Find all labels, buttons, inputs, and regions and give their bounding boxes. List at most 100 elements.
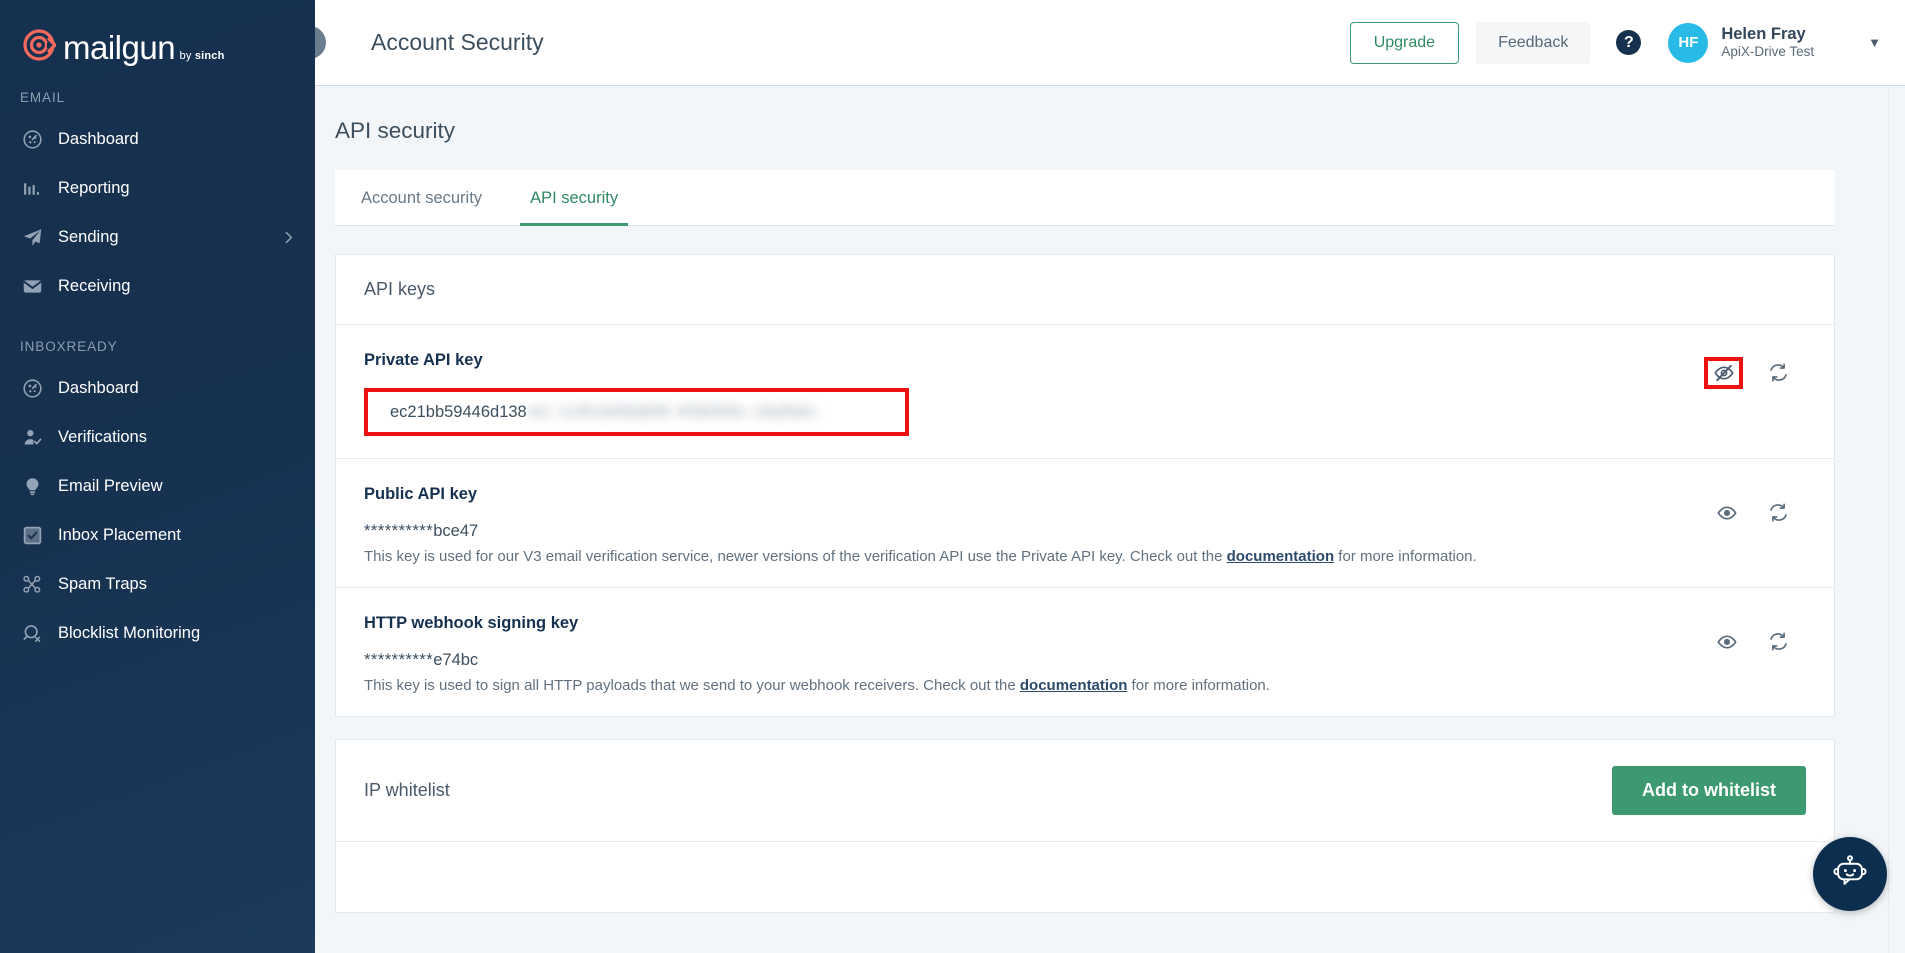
- public-api-key-actions: [1715, 501, 1790, 525]
- mailgun-logo-icon: [22, 28, 58, 62]
- private-api-key-field-wrapper: ec21bb59446d138 m1 1cf61b68dbf8 4f3bf58c …: [364, 388, 909, 436]
- sidebar-item-sending[interactable]: Sending: [0, 213, 315, 262]
- chevron-right-icon: [280, 229, 297, 246]
- tab-bar: Account security API security: [335, 170, 1835, 226]
- ip-whitelist-header: IP whitelist Add to whitelist: [336, 740, 1834, 842]
- sidebar-section-label-inboxready: INBOXREADY: [20, 339, 118, 354]
- sidebar-item-label: Email Preview: [58, 477, 163, 495]
- paper-plane-icon: [20, 226, 44, 250]
- public-api-key-visible-text: bce47: [433, 522, 479, 540]
- public-api-key-description: This key is used for our V3 email verifi…: [364, 548, 1806, 565]
- eye-slash-icon[interactable]: [1704, 356, 1743, 389]
- sidebar-item-label: Blocklist Monitoring: [58, 624, 201, 642]
- page-title: API security: [335, 118, 456, 143]
- private-api-key-blurred-text: m1 1cf61b68dbf8 4f3bf58c c9afb8c: [527, 402, 818, 421]
- logo-byline: by sinch: [179, 50, 225, 62]
- private-api-key-visible-text: ec21bb59446d138: [390, 402, 527, 421]
- sidebar-item-spam-traps[interactable]: Spam Traps: [0, 560, 315, 609]
- help-icon[interactable]: ?: [1616, 30, 1642, 55]
- feedback-button[interactable]: Feedback: [1476, 21, 1591, 64]
- api-keys-card: API keys Private API key ec21bb59446d138…: [335, 254, 1835, 717]
- upgrade-button[interactable]: Upgrade: [1349, 21, 1460, 64]
- refresh-icon[interactable]: [1766, 361, 1790, 385]
- webhook-signing-key-description: This key is used to sign all HTTP payloa…: [364, 677, 1806, 694]
- checkbox-icon: [20, 524, 44, 548]
- logo-wordmark: mailgun: [63, 29, 176, 66]
- sidebar-item-receiving[interactable]: Receiving: [0, 262, 315, 311]
- webhook-signing-key-documentation-link[interactable]: documentation: [1020, 677, 1128, 694]
- main-region: ‹ Account Security Upgrade Feedback ? HF…: [315, 0, 1905, 953]
- public-api-key-row: Public API key ********** bce47 This key …: [336, 459, 1834, 588]
- sidebar-item-label: Inbox Placement: [58, 526, 181, 544]
- brand-logo[interactable]: mailgun by sinch: [0, 0, 315, 64]
- eye-icon[interactable]: [1715, 630, 1739, 654]
- sidebar-item-label: Dashboard: [58, 379, 139, 397]
- chatbot-icon: [1828, 850, 1872, 899]
- sidebar-item-label: Sending: [58, 228, 119, 246]
- private-api-key-label: Private API key: [364, 351, 483, 369]
- sidebar: mailgun by sinch EMAIL Dashboard Reporti…: [0, 0, 315, 953]
- avatar[interactable]: HF: [1668, 22, 1709, 63]
- search-x-icon: [20, 622, 44, 646]
- sidebar-section-label-email: EMAIL: [20, 90, 66, 105]
- content-area: API security Account security API securi…: [315, 86, 1905, 953]
- ip-whitelist-body: [336, 842, 1834, 912]
- vertical-scrollbar[interactable]: [1888, 86, 1905, 953]
- sidebar-item-label: Spam Traps: [58, 575, 147, 593]
- add-to-whitelist-button[interactable]: Add to whitelist: [1612, 766, 1806, 815]
- chatbot-button[interactable]: [1813, 837, 1887, 911]
- sidebar-item-inbox-placement[interactable]: Inbox Placement: [0, 511, 315, 560]
- sidebar-item-label: Reporting: [58, 179, 130, 197]
- sidebar-item-dashboard-inboxready[interactable]: Dashboard: [0, 364, 315, 413]
- user-info[interactable]: Helen Fray ApiX-Drive Test: [1721, 24, 1814, 62]
- sidebar-item-dashboard-email[interactable]: Dashboard: [0, 115, 315, 164]
- webhook-signing-key-actions: [1715, 630, 1790, 654]
- webhook-signing-key-value: ********** e74bc: [364, 651, 1806, 670]
- envelope-icon: [20, 275, 44, 299]
- public-api-key-documentation-link[interactable]: documentation: [1227, 548, 1335, 565]
- webhook-signing-key-visible-text: e74bc: [433, 651, 479, 669]
- webhook-signing-key-description-text: This key is used to sign all HTTP payloa…: [364, 677, 1020, 694]
- eye-icon[interactable]: [1715, 501, 1739, 525]
- tab-api-security[interactable]: API security: [520, 171, 629, 226]
- user-organization: ApiX-Drive Test: [1721, 44, 1815, 60]
- app-root: mailgun by sinch EMAIL Dashboard Reporti…: [0, 0, 1905, 953]
- refresh-icon[interactable]: [1766, 501, 1790, 525]
- webhook-signing-key-description-tail: for more information.: [1127, 677, 1270, 694]
- sidebar-item-blocklist-monitoring[interactable]: Blocklist Monitoring: [0, 609, 315, 658]
- sidebar-item-label: Verifications: [58, 428, 147, 446]
- public-api-key-mask: **********: [364, 522, 434, 540]
- gauge-icon: [20, 377, 44, 401]
- lightbulb-icon: [20, 475, 44, 499]
- ip-whitelist-title: IP whitelist: [364, 780, 450, 800]
- sidebar-item-verifications[interactable]: Verifications: [0, 413, 315, 462]
- tab-account-security[interactable]: Account security: [351, 171, 492, 226]
- private-api-key-row: Private API key ec21bb59446d138 m1 1cf61b…: [336, 325, 1834, 459]
- sidebar-item-email-preview[interactable]: Email Preview: [0, 462, 315, 511]
- public-api-key-value: ********** bce47: [364, 522, 1806, 541]
- webhook-signing-key-row: HTTP webhook signing key ********** e74bc…: [336, 588, 1834, 716]
- chevron-down-icon[interactable]: ▼: [1868, 35, 1881, 50]
- public-api-key-label: Public API key: [364, 485, 478, 503]
- gauge-icon: [20, 128, 44, 152]
- public-api-key-description-tail: for more information.: [1334, 548, 1477, 565]
- network-nodes-icon: [20, 573, 44, 597]
- user-check-icon: [20, 426, 44, 450]
- webhook-signing-key-mask: **********: [364, 651, 434, 669]
- webhook-signing-key-label: HTTP webhook signing key: [364, 614, 579, 632]
- api-keys-card-title: API keys: [336, 255, 1834, 325]
- sidebar-item-label: Dashboard: [58, 130, 139, 148]
- private-api-key-input[interactable]: ec21bb59446d138 m1 1cf61b68dbf8 4f3bf58c …: [364, 388, 909, 436]
- sidebar-item-label: Receiving: [58, 277, 131, 295]
- ip-whitelist-card: IP whitelist Add to whitelist: [335, 739, 1835, 913]
- public-api-key-description-text: This key is used for our V3 email verifi…: [364, 548, 1227, 565]
- user-name: Helen Fray: [1721, 24, 1806, 43]
- top-bar-actions: Upgrade Feedback ? HF Helen Fray ApiX-Dr…: [1349, 21, 1881, 64]
- sidebar-item-reporting[interactable]: Reporting: [0, 164, 315, 213]
- page-heading: Account Security: [371, 29, 544, 55]
- bar-chart-icon: [20, 177, 44, 201]
- private-api-key-actions: [1704, 356, 1790, 389]
- top-bar: ‹ Account Security Upgrade Feedback ? HF…: [315, 0, 1905, 86]
- sidebar-collapse-button[interactable]: ‹: [315, 26, 326, 59]
- refresh-icon[interactable]: [1766, 630, 1790, 654]
